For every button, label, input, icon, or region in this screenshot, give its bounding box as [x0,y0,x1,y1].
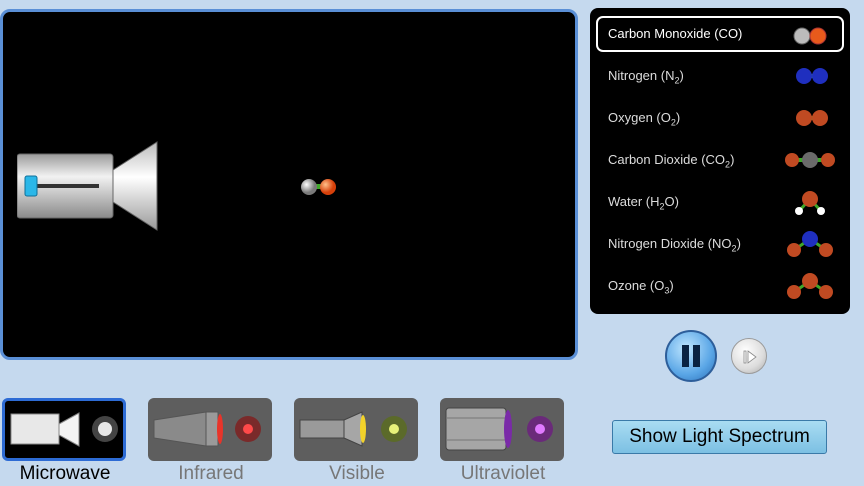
n2-molecule-icon [796,68,828,84]
pause-button[interactable] [665,330,717,382]
source-visible-label: Visible [329,463,385,484]
source-ultraviolet-label: Ultraviolet [460,463,546,484]
molecule-option-co2[interactable]: Carbon Dioxide (CO2) [596,142,844,178]
molecule-option-label: Carbon Dioxide (CO2) [608,152,735,170]
source-visible-button[interactable] [294,398,418,461]
molecule-option-co[interactable]: Carbon Monoxide (CO) [596,16,844,52]
source-infrared-label: Infrared [178,463,244,484]
molecule-option-label: Nitrogen Dioxide (NO2) [608,236,741,254]
co2-molecule-icon [785,152,835,168]
molecule-option-no2[interactable]: Nitrogen Dioxide (NO2) [596,226,844,262]
simulation-viewport [0,9,578,360]
infrared-lamp-icon [153,411,261,447]
o2-molecule-icon [796,110,828,126]
molecule-option-o3[interactable]: Ozone (O3) [596,268,844,304]
step-forward-icon [743,350,757,364]
o3-molecule-icon [787,273,833,299]
molecule-option-label: Ozone (O3) [608,278,674,296]
molecule-option-label: Nitrogen (N2) [608,68,684,86]
source-microwave-label: Microwave [19,463,111,484]
molecule-option-label: Water (H2O) [608,194,679,212]
flashlight-icon [299,411,407,447]
h2o-molecule-icon [795,191,825,215]
uv-lamp-icon [445,407,553,451]
source-ultraviolet-button[interactable] [440,398,564,461]
molecule-option-h2o[interactable]: Water (H2O) [596,184,844,220]
show-light-spectrum-button[interactable]: Show Light Spectrum [612,420,827,454]
molecule-option-n2[interactable]: Nitrogen (N2) [596,58,844,94]
molecule-option-label: Oxygen (O2) [608,110,681,128]
step-forward-button[interactable] [731,338,767,374]
molecule-option-label: Carbon Monoxide (CO) [608,26,743,41]
co-molecule [301,179,336,195]
source-microwave-button[interactable] [2,398,126,461]
co-molecule-icon [793,27,827,45]
source-infrared-button[interactable] [148,398,272,461]
microwave-emitter [17,141,158,231]
molecule-selector-panel: Carbon Monoxide (CO) Nitrogen (N2) Oxyge… [590,8,850,314]
molecule-option-o2[interactable]: Oxygen (O2) [596,100,844,136]
microwave-emitter-icon [10,412,118,447]
no2-molecule-icon [787,231,833,257]
